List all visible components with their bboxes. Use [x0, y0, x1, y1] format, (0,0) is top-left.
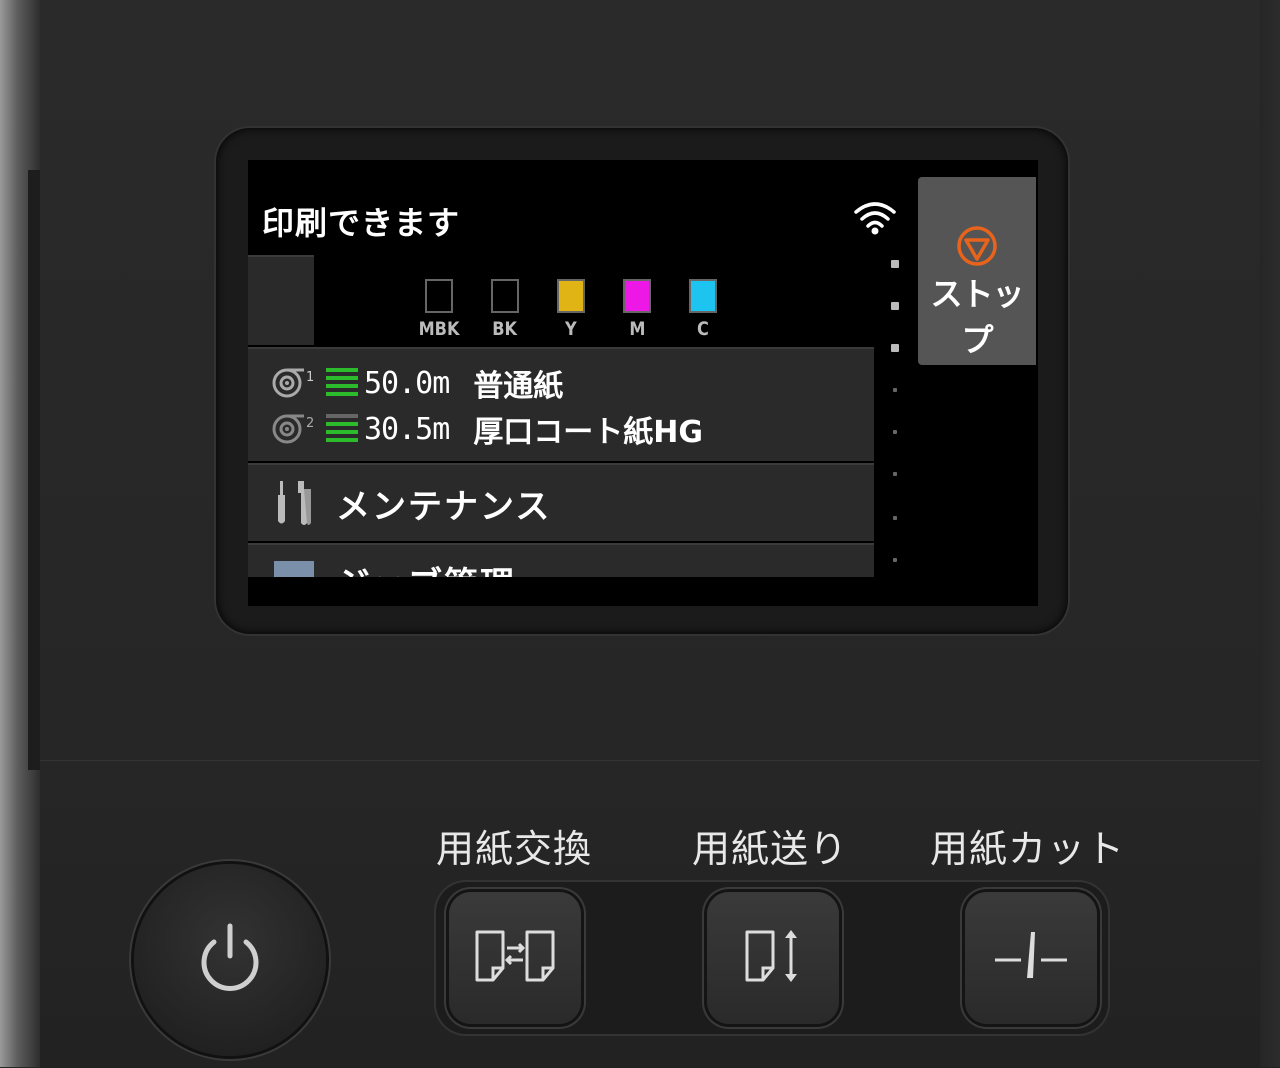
scroll-dot — [891, 260, 899, 268]
ink-label: BK — [492, 318, 518, 340]
ink-m: M — [604, 279, 670, 340]
ink-swatch — [623, 279, 651, 313]
tools-icon — [278, 481, 311, 525]
scroll-indicator — [888, 260, 902, 580]
paper-feed-label: 用紙送り — [692, 827, 849, 871]
printer-right-edge — [1260, 0, 1280, 1067]
ink-swatch — [689, 279, 717, 313]
touch-screen: 印刷できます MBK BK Y M C 1 50.0m 普通紙 2 30.5m … — [248, 160, 1038, 606]
home-list[interactable]: MBK BK Y M C 1 50.0m 普通紙 2 30.5m 厚口コート紙H… — [248, 255, 874, 577]
printer-left-edge — [0, 0, 40, 1067]
paper-line-roll-1: 1 50.0m 普通紙 — [270, 361, 563, 405]
ink-row: MBK BK Y M C — [406, 279, 736, 340]
ink-bk: BK — [472, 279, 538, 340]
paper-cut-button[interactable] — [965, 892, 1097, 1024]
scroll-dot — [891, 302, 899, 310]
job-list-icon — [274, 561, 314, 577]
maintenance-label: メンテナンス — [336, 487, 552, 527]
paper-level-icon — [326, 414, 358, 442]
stop-icon — [957, 226, 997, 266]
paper-feed-icon — [745, 930, 797, 982]
scroll-dot — [893, 430, 897, 434]
paper-amount: 50.0m — [364, 365, 450, 401]
paper-cut-label: 用紙カット — [930, 827, 1126, 871]
ink-c: C — [670, 279, 736, 340]
stop-label: ストップ — [930, 275, 1024, 359]
paper-swap-label: 用紙交換 — [436, 827, 593, 871]
job-management-label: ジョブ管理 — [336, 557, 516, 577]
scroll-dot — [893, 388, 897, 392]
ink-label: MBK — [418, 318, 460, 340]
roll-paper-icon: 2 — [272, 414, 314, 444]
ink-label: C — [697, 318, 709, 340]
ink-swatch — [425, 279, 453, 313]
power-button[interactable] — [134, 864, 326, 1056]
job-management-item[interactable]: ジョブ管理 — [248, 543, 874, 577]
ink-swatch — [557, 279, 585, 313]
roll-number: 2 — [306, 416, 314, 431]
paper-type: 普通紙 — [473, 369, 564, 404]
status-title: 印刷できます — [262, 204, 461, 242]
stop-button[interactable]: ストップ — [918, 177, 1036, 365]
ink-y: Y — [538, 279, 604, 340]
scroll-dot — [891, 344, 899, 352]
paper-amount: 30.5m — [364, 411, 450, 447]
ink-label: Y — [565, 318, 577, 340]
ink-swatch — [491, 279, 519, 313]
paper-line-roll-2: 2 30.5m 厚口コート紙HG — [270, 407, 703, 451]
scroll-dot — [893, 516, 897, 520]
paper-cut-icon — [995, 932, 1067, 978]
ink-status-card[interactable]: MBK BK Y M C — [248, 255, 717, 345]
ink-mbk: MBK — [406, 279, 472, 340]
paper-level-icon — [326, 368, 358, 396]
paper-swap-icon — [475, 930, 555, 982]
paper-swap-button[interactable] — [449, 892, 581, 1024]
wifi-icon — [854, 202, 896, 235]
left-slot — [28, 170, 40, 770]
roll-number: 1 — [306, 370, 314, 385]
paper-feed-button[interactable] — [707, 892, 839, 1024]
roll-paper-icon: 1 — [272, 368, 314, 398]
scroll-dot — [893, 558, 897, 562]
ink-label: M — [628, 318, 646, 340]
maintenance-item[interactable]: メンテナンス — [248, 463, 874, 541]
paper-status-card[interactable]: 1 50.0m 普通紙 2 30.5m 厚口コート紙HG — [248, 347, 874, 461]
paper-type: 厚口コート紙HG — [473, 415, 704, 450]
scroll-dot — [893, 472, 897, 476]
power-icon — [201, 923, 259, 991]
